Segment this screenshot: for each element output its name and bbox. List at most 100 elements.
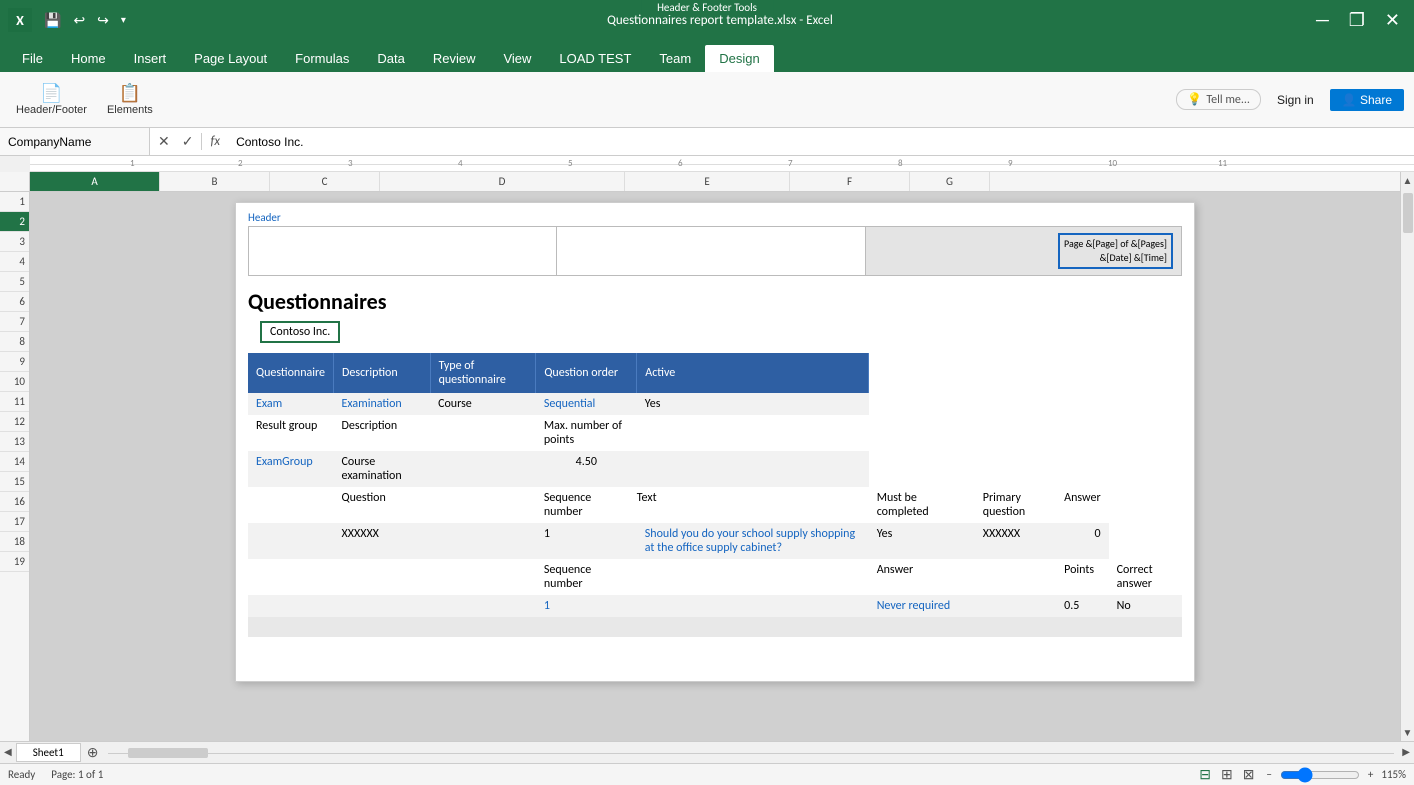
tab-home[interactable]: Home <box>57 45 120 72</box>
table-row <box>248 617 1182 637</box>
cell-question-id: XXXXXX <box>334 523 431 559</box>
cell-empty1 <box>248 487 334 523</box>
close-button[interactable]: ✕ <box>1379 8 1406 33</box>
zoom-plus[interactable]: + <box>1368 768 1373 781</box>
right-scrollbar[interactable]: ▲ ▼ <box>1400 172 1414 741</box>
cell-type: Course <box>430 393 536 415</box>
status-right: ⊟ ⊞ ⊠ − + 115% <box>1195 764 1406 785</box>
ribbon-tabs: File Home Insert Page Layout Formulas Da… <box>0 40 1414 72</box>
col-header-d[interactable]: D <box>380 172 625 191</box>
col-header-g[interactable]: G <box>910 172 990 191</box>
ribbon-design-btn[interactable]: 📄 Header/Footer <box>10 81 93 118</box>
row-1[interactable]: 1 <box>0 192 29 212</box>
table-header-row: Questionnaire Description Type of questi… <box>248 353 1182 393</box>
cell-question-label: Question <box>334 487 431 523</box>
cell-empty5 <box>248 559 334 595</box>
scroll-left-button[interactable]: ◀ <box>0 747 16 758</box>
row-16[interactable]: 16 <box>0 492 29 512</box>
header-box-center[interactable] <box>557 227 865 275</box>
minimize-button[interactable]: ─ <box>1310 8 1335 33</box>
row-14[interactable]: 14 <box>0 452 29 472</box>
row-10[interactable]: 10 <box>0 372 29 392</box>
share-button[interactable]: 👤 Share <box>1330 89 1404 111</box>
restore-button[interactable]: ❐ <box>1343 8 1371 33</box>
cell-order: Sequential <box>536 393 637 415</box>
cell-eg-empty <box>430 451 536 487</box>
cell-empty9 <box>975 559 1056 595</box>
row-17[interactable]: 17 <box>0 512 29 532</box>
tab-load-test[interactable]: LOAD TEST <box>545 45 645 72</box>
row-8[interactable]: 8 <box>0 332 29 352</box>
row-4[interactable]: 4 <box>0 252 29 272</box>
ribbon-design-btn2[interactable]: 📋 Elements <box>101 81 159 118</box>
th-description: Description <box>334 353 431 393</box>
row-19[interactable]: 19 <box>0 552 29 572</box>
row-7[interactable]: 7 <box>0 312 29 332</box>
table-row: ExamGroup Course examination 4.50 <box>248 451 1182 487</box>
zoom-minus[interactable]: − <box>1266 768 1271 781</box>
scroll-up-arrow[interactable]: ▲ <box>1401 172 1414 189</box>
page-break-view-button[interactable]: ⊠ <box>1239 764 1259 785</box>
th-question-order: Question order <box>536 353 637 393</box>
h-scrollbar[interactable] <box>108 746 1394 760</box>
tab-formulas[interactable]: Formulas <box>281 45 363 72</box>
row-11[interactable]: 11 <box>0 392 29 412</box>
tab-insert[interactable]: Insert <box>120 45 181 72</box>
tab-team[interactable]: Team <box>645 45 705 72</box>
ribbon: File Home Insert Page Layout Formulas Da… <box>0 40 1414 128</box>
row-2[interactable]: 2 <box>0 212 29 232</box>
row-15[interactable]: 15 <box>0 472 29 492</box>
tab-design[interactable]: Design <box>705 45 773 72</box>
row-9[interactable]: 9 <box>0 352 29 372</box>
row-5[interactable]: 5 <box>0 272 29 292</box>
cell-empty7 <box>430 559 536 595</box>
sheet-tab-sheet1[interactable]: Sheet1 <box>16 743 81 762</box>
formula-input[interactable]: Contoso Inc. <box>228 135 1414 149</box>
scroll-right-button[interactable]: ▶ <box>1398 747 1414 758</box>
col-headers: A B C D E F G <box>30 172 1400 192</box>
tab-data[interactable]: Data <box>363 45 418 72</box>
zoom-slider[interactable] <box>1280 767 1360 783</box>
header-box-right: Page &[Page] of &[Pages]&[Date] &[Time] <box>866 227 1181 275</box>
normal-view-button[interactable]: ⊟ <box>1195 764 1215 785</box>
cell-text-val: Should you do your school supply shoppin… <box>637 523 869 559</box>
tab-view[interactable]: View <box>489 45 545 72</box>
tab-page-layout[interactable]: Page Layout <box>180 45 281 72</box>
col-header-f[interactable]: F <box>790 172 910 191</box>
cell-seqnum2-val: 1 <box>536 595 637 617</box>
customize-qa-button[interactable]: ▾ <box>117 10 130 31</box>
title-bar-left: X 💾 ↩ ↪ ▾ <box>8 8 130 32</box>
sheet-tabs-bar: ◀ Sheet1 ⊕ ▶ <box>0 741 1414 763</box>
ready-status: Ready <box>8 768 35 781</box>
tell-me-box[interactable]: 💡 Tell me... <box>1176 89 1261 110</box>
scroll-down-arrow[interactable]: ▼ <box>1401 724 1414 741</box>
formula-cancel-button[interactable]: ✕ <box>154 133 174 150</box>
undo-button[interactable]: ↩ <box>69 10 89 31</box>
row-6[interactable]: 6 <box>0 292 29 312</box>
col-header-b[interactable]: B <box>160 172 270 191</box>
cell-rg-max: Max. number of points <box>536 415 637 451</box>
quick-access-toolbar: 💾 ↩ ↪ ▾ <box>40 10 130 31</box>
sign-in-button[interactable]: Sign in <box>1269 89 1322 111</box>
cell-points-val: 0.5 <box>1056 595 1109 617</box>
page-layout-view-button[interactable]: ⊞ <box>1217 764 1237 785</box>
tab-review[interactable]: Review <box>419 45 490 72</box>
name-box[interactable]: CompanyName <box>0 128 150 155</box>
company-cell[interactable]: Contoso Inc. <box>260 321 340 343</box>
redo-button[interactable]: ↪ <box>93 10 113 31</box>
row-13[interactable]: 13 <box>0 432 29 452</box>
col-header-c[interactable]: C <box>270 172 380 191</box>
formula-bar-buttons: ✕ ✓ <box>150 133 202 150</box>
row-3[interactable]: 3 <box>0 232 29 252</box>
row-18[interactable]: 18 <box>0 532 29 552</box>
formula-confirm-button[interactable]: ✓ <box>178 133 198 150</box>
save-button[interactable]: 💾 <box>40 10 65 31</box>
tab-file[interactable]: File <box>8 45 57 72</box>
row-12[interactable]: 12 <box>0 412 29 432</box>
cell-rg-empty2 <box>637 415 869 451</box>
col-header-e[interactable]: E <box>625 172 790 191</box>
scroll-thumb[interactable] <box>1403 193 1413 233</box>
add-sheet-button[interactable]: ⊕ <box>81 744 105 761</box>
header-box-left[interactable] <box>249 227 557 275</box>
col-header-a[interactable]: A <box>30 172 160 191</box>
